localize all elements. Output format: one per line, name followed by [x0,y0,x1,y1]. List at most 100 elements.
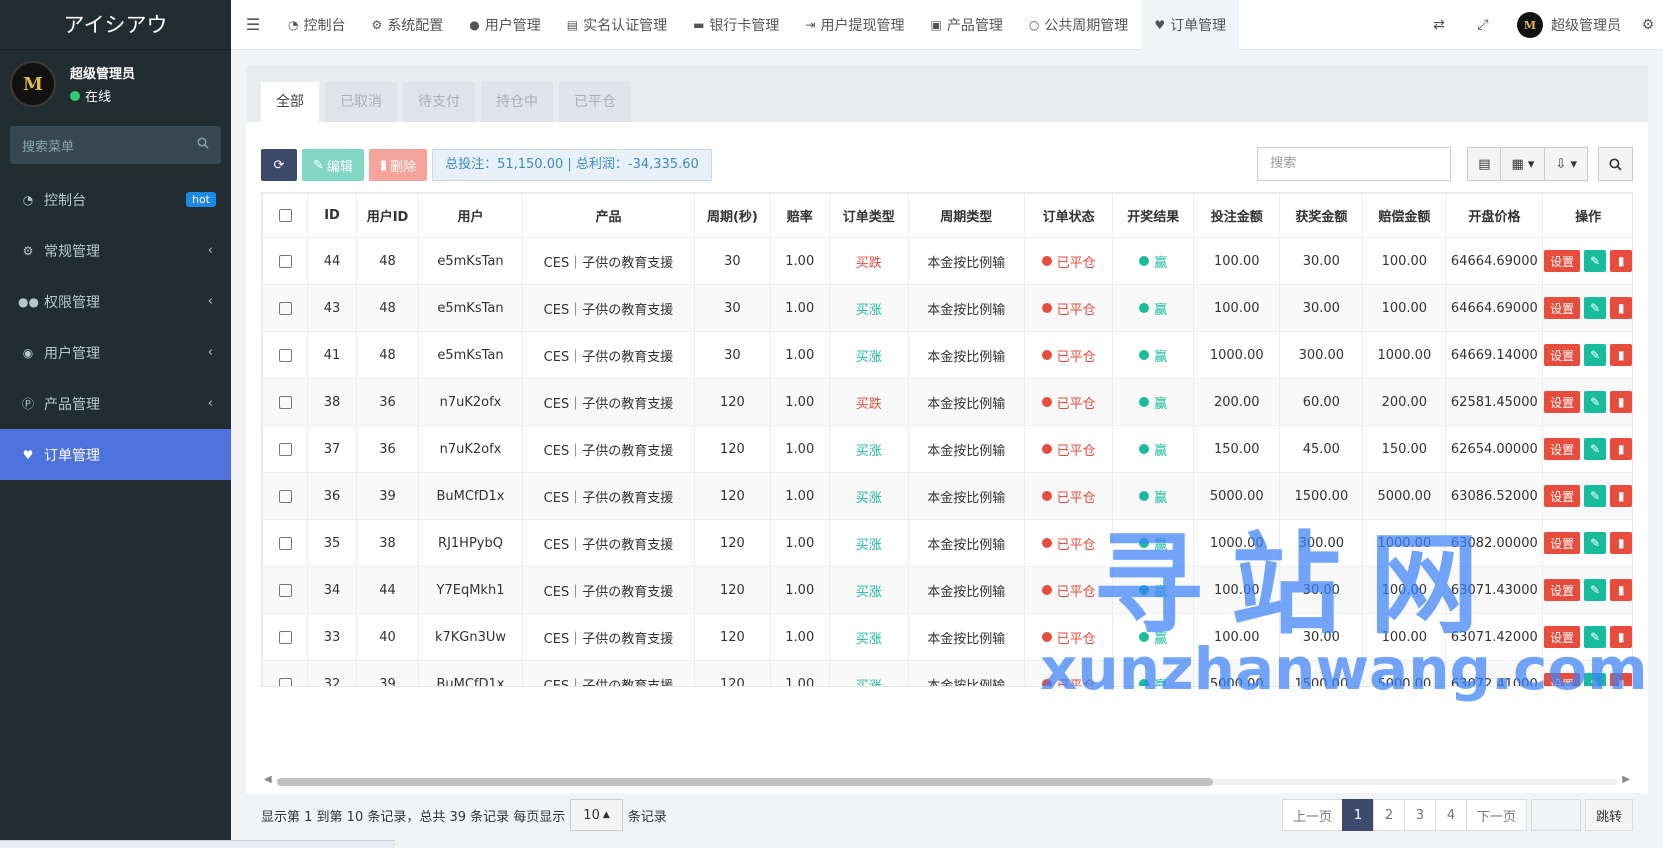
sidebar-item-users[interactable]: ◉ 用户管理 ‹ [0,327,231,378]
tab-orders[interactable]: ♥ 订单管理 [1141,0,1240,50]
tab-realname[interactable]: ▤ 实名认证管理 [554,0,680,50]
menu-toggle-icon[interactable]: ☰ [231,15,275,34]
tab-bank-card[interactable]: ▬ 银行卡管理 [680,0,792,50]
jump-button[interactable]: 跳转 [1584,799,1633,831]
topbar-user-menu[interactable]: M 超级管理员 [1505,12,1633,38]
edit-row-button[interactable]: ✎ [1584,626,1607,648]
col-header[interactable]: 产品 [521,193,696,238]
tab-public-period[interactable]: ○ 公共周期管理 [1016,0,1141,50]
delete-row-button[interactable]: ▮ [1610,438,1632,460]
delete-row-button[interactable]: ▮ [1610,250,1632,272]
col-header[interactable]: 订单状态 [1023,193,1114,238]
row-checkbox[interactable] [262,331,309,379]
col-header[interactable]: 开盘价格 [1445,193,1544,238]
col-header[interactable]: 周期类型 [907,193,1025,238]
edit-row-button[interactable]: ✎ [1584,250,1607,272]
row-checkbox[interactable] [262,472,309,520]
col-header[interactable]: 赔偿金额 [1362,193,1447,238]
search-button[interactable] [1598,147,1633,181]
settings-button[interactable]: 设置 [1544,438,1581,460]
col-header[interactable]: 用户ID [355,193,420,238]
sidebar-item-permissions[interactable]: ●● 权限管理 ‹ [0,276,231,327]
delete-row-button[interactable]: ▮ [1610,391,1632,413]
sidebar-item-orders[interactable]: ♥ 订单管理 [0,429,231,480]
page-1-button[interactable]: 1 [1341,799,1374,831]
edit-row-button[interactable]: ✎ [1584,297,1607,319]
edit-row-button[interactable]: ✎ [1584,485,1607,507]
row-checkbox[interactable] [262,566,309,614]
delete-row-button[interactable]: ▮ [1610,532,1632,554]
tab-dashboard[interactable]: ◔ 控制台 [275,0,358,50]
sidebar-item-dashboard[interactable]: ◔ 控制台 hot [0,174,231,225]
refresh-button[interactable]: ⟳ [261,149,297,181]
tab-user-management[interactable]: ● 用户管理 [456,0,553,50]
columns-button[interactable]: ▦ ▾ [1500,147,1546,181]
row-checkbox[interactable] [262,613,309,661]
horizontal-scrollbar[interactable]: ◀ ▶ [261,774,1633,788]
scrollbar-thumb[interactable] [277,778,1213,786]
export-button[interactable]: ⇩ ▾ [1544,147,1588,181]
subtab-all[interactable]: 全部 [261,82,319,122]
tab-system-config[interactable]: ⚙ 系统配置 [358,0,456,50]
scroll-left-icon[interactable]: ◀ [264,774,272,785]
edit-row-button[interactable]: ✎ [1584,532,1607,554]
settings-button[interactable]: 设置 [1544,344,1581,366]
fullscreen-icon[interactable]: ⤢ [1461,17,1505,33]
col-header[interactable]: 订单类型 [828,193,909,238]
subtab-cancelled[interactable]: 已取消 [325,82,397,122]
prev-page-button[interactable]: 上一页 [1281,799,1343,831]
delete-button[interactable]: ▮ 删除 [368,149,428,181]
col-header[interactable]: ID [307,193,357,238]
select-all-checkbox[interactable] [262,193,309,238]
sidebar-item-general[interactable]: ⚙ 常规管理 ‹ [0,225,231,276]
delete-row-button[interactable]: ▮ [1610,485,1632,507]
sidebar-item-products[interactable]: Ⓟ 产品管理 ‹ [0,378,231,429]
subtab-holding[interactable]: 持仓中 [481,82,553,122]
delete-row-button[interactable]: ▮ [1610,344,1632,366]
edit-row-button[interactable]: ✎ [1584,391,1607,413]
page-size-select[interactable]: 10 ▲ [570,799,623,831]
toggle-view-button[interactable]: ▤ [1467,147,1502,181]
page-4-button[interactable]: 4 [1434,799,1467,831]
scroll-right-icon[interactable]: ▶ [1622,774,1630,785]
row-checkbox[interactable] [262,425,309,473]
row-checkbox[interactable] [262,378,309,426]
col-header[interactable]: 周期(秒) [694,193,771,238]
settings-button[interactable]: 设置 [1544,250,1581,272]
settings-button[interactable]: 设置 [1544,297,1581,319]
page-3-button[interactable]: 3 [1403,799,1436,831]
col-header[interactable]: 赔率 [769,193,830,238]
row-checkbox[interactable] [262,660,309,686]
tab-withdraw[interactable]: ⇥ 用户提现管理 [792,0,917,50]
settings-button[interactable]: 设置 [1544,532,1581,554]
col-header[interactable]: 开奖结果 [1112,193,1195,238]
brand-logo[interactable]: アイシアウ [0,0,231,50]
edit-row-button[interactable]: ✎ [1584,579,1607,601]
settings-button[interactable]: 设置 [1544,626,1581,648]
delete-row-button[interactable]: ▮ [1610,297,1632,319]
subtab-pending-payment[interactable]: 待支付 [403,82,475,122]
page-2-button[interactable]: 2 [1372,799,1405,831]
col-header[interactable]: 用户 [418,193,523,238]
col-header[interactable]: 投注金额 [1193,193,1281,238]
edit-row-button[interactable]: ✎ [1584,344,1607,366]
settings-button[interactable]: 设置 [1544,485,1581,507]
jump-page-input[interactable] [1530,799,1581,831]
delete-row-button[interactable]: ▮ [1610,626,1632,648]
next-page-button[interactable]: 下一页 [1465,799,1527,831]
col-header[interactable]: 获奖金额 [1279,193,1364,238]
delete-row-button[interactable]: ▮ [1610,673,1632,686]
edit-row-button[interactable]: ✎ [1584,673,1607,686]
settings-button[interactable]: 设置 [1544,673,1581,686]
edit-row-button[interactable]: ✎ [1584,438,1607,460]
subtab-closed[interactable]: 已平仓 [559,82,631,122]
settings-button[interactable]: 设置 [1544,579,1581,601]
tab-products[interactable]: ▣ 产品管理 [917,0,1015,50]
table-search-input[interactable]: 搜索 [1257,147,1452,181]
sidebar-search-input[interactable]: 搜索菜单 [10,126,221,164]
row-checkbox[interactable] [262,519,309,567]
settings-button[interactable]: 设置 [1544,391,1581,413]
row-checkbox[interactable] [262,237,309,285]
translate-icon[interactable]: ⇄ [1417,17,1461,33]
edit-button[interactable]: ✎ 编辑 [302,149,364,181]
